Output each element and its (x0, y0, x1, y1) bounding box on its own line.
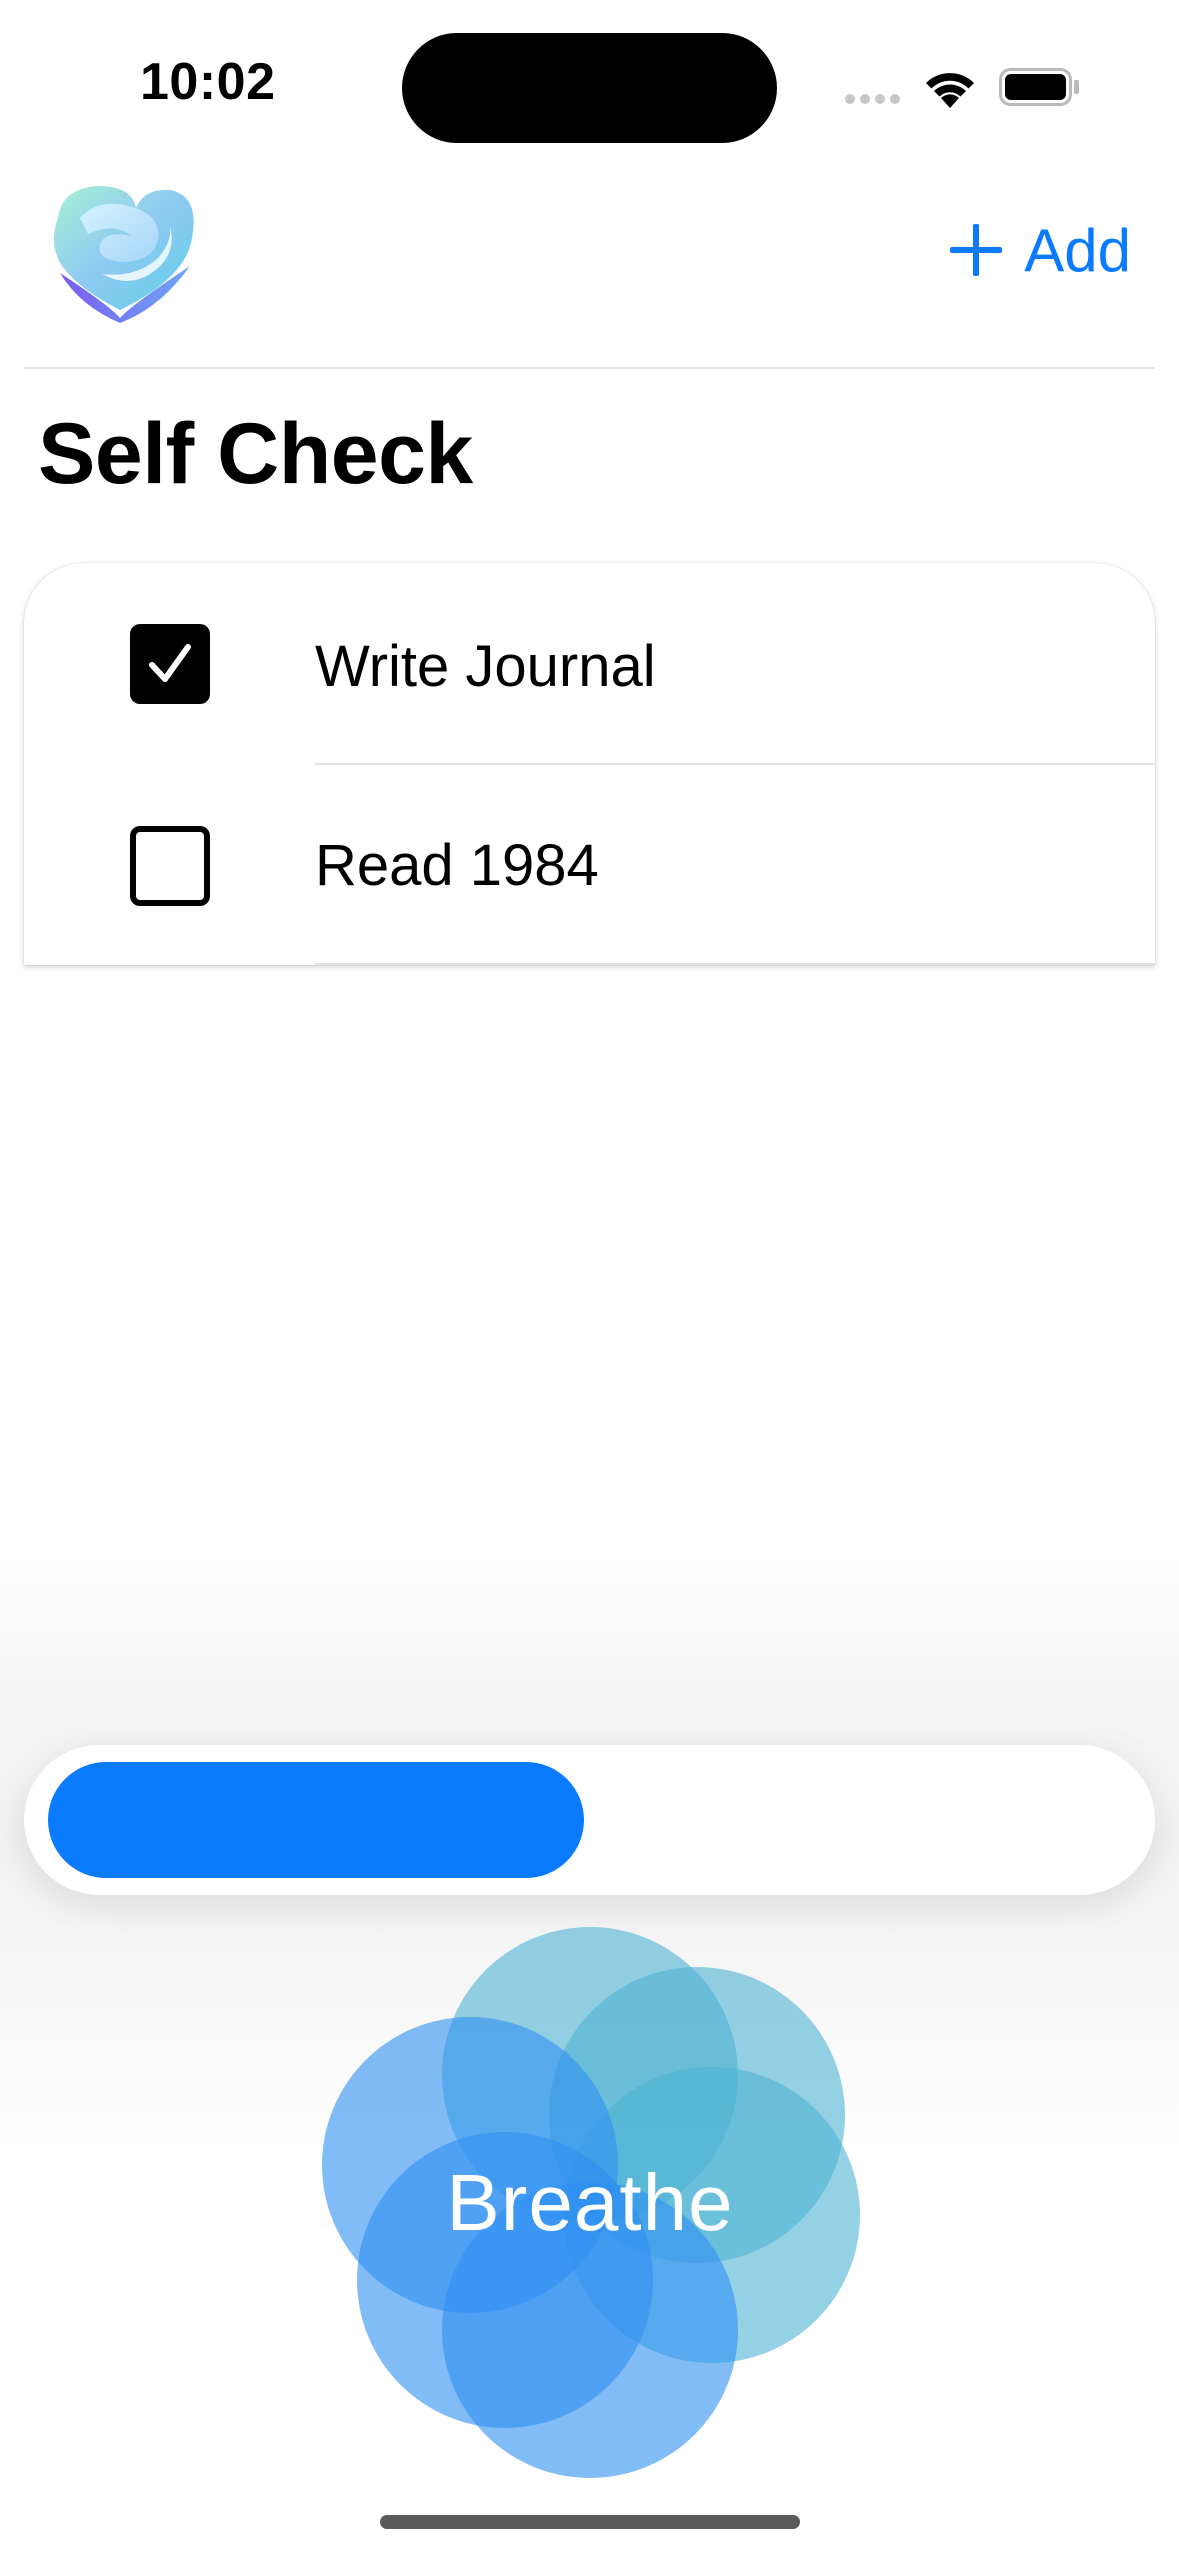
progress-fill (48, 1762, 584, 1878)
checkbox-checked[interactable] (130, 624, 210, 704)
add-button[interactable]: Add (948, 215, 1131, 285)
progress-bar (24, 1745, 1155, 1895)
row-divider (315, 963, 1155, 965)
screen: 10:02 Add Self Check Write Journal Read … (0, 0, 1179, 2556)
checkmark-icon (149, 644, 191, 682)
page-title: Self Check (38, 406, 473, 502)
dynamic-island (402, 33, 777, 143)
status-time: 10:02 (140, 53, 276, 111)
battery-icon (999, 68, 1081, 106)
add-button-label: Add (1024, 216, 1131, 284)
plus-icon (948, 222, 1004, 278)
list-item[interactable]: Write Journal (24, 563, 1155, 765)
cellular-signal-icon (845, 94, 905, 108)
heart-logo (40, 178, 200, 328)
home-indicator (380, 2515, 800, 2529)
list-item-label: Write Journal (315, 634, 656, 699)
checklist: Write Journal Read 1984 (24, 563, 1155, 965)
list-item-label: Read 1984 (315, 833, 599, 898)
breathe-label: Breathe (446, 2158, 734, 2247)
checkbox-unchecked[interactable] (130, 826, 210, 906)
wifi-icon (920, 62, 980, 110)
list-item[interactable]: Read 1984 (24, 764, 1155, 964)
header-divider (24, 367, 1155, 369)
breathe-button[interactable]: Breathe (310, 1925, 870, 2485)
